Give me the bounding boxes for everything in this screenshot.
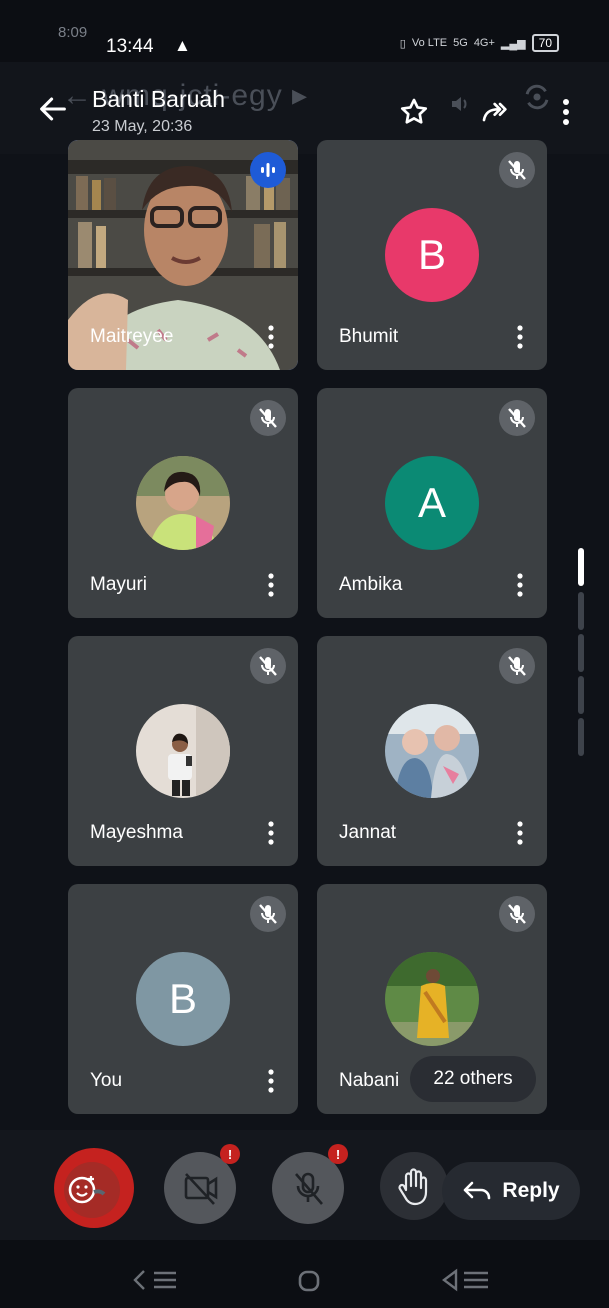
participant-name: Maitreyee (90, 326, 174, 347)
participant-name: Jannat (339, 822, 397, 843)
more-vert-icon[interactable] (515, 572, 525, 598)
system-nav-bar (0, 1240, 609, 1308)
participant-tile-ambika[interactable]: A Ambika (317, 388, 547, 618)
mic-off-icon (499, 648, 535, 684)
scrollbar-segment (578, 676, 584, 714)
scrollbar-segment (578, 634, 584, 672)
warning-icon: ▲ (174, 36, 191, 55)
mic-off-icon (499, 400, 535, 436)
network-volte: Vo LTE (411, 37, 448, 49)
message-date: 23 May, 20:36 (92, 118, 193, 135)
participant-tile-mayuri[interactable]: Mayuri (68, 388, 298, 618)
avatar: A (385, 456, 479, 550)
battery-icon: 70 (531, 34, 559, 52)
forward-icon[interactable] (480, 96, 512, 128)
avatar-photo (385, 704, 479, 798)
more-vert-icon[interactable] (515, 324, 525, 350)
more-vert-icon[interactable] (515, 820, 525, 846)
ghost-speaker-icon (452, 97, 467, 111)
participant-name: Mayeshma (90, 822, 183, 843)
back-arrow-icon[interactable] (36, 92, 70, 126)
mic-off-icon (250, 400, 286, 436)
reply-label: Reply (502, 1179, 560, 1202)
scrollbar-segment (578, 718, 584, 756)
scrollbar-segment (578, 592, 584, 630)
avatar: B (385, 208, 479, 302)
participant-tile-maitreyee[interactable]: Maitreyee (68, 140, 298, 370)
status-bar: 8:09 13:44 ▲ ▯ Vo LTE 5G 4G+ ▂▄▆ 70 (0, 0, 609, 62)
contact-name: Banti Baruah (92, 86, 225, 112)
mic-alert-badge: ! (328, 1144, 348, 1164)
network-4g: 4G+ (473, 37, 495, 49)
participant-name: Nabani (339, 1070, 400, 1091)
end-call-button[interactable] (54, 1148, 134, 1228)
participant-tile-bhumit[interactable]: B Bhumit (317, 140, 547, 370)
emoji-reaction-icon (64, 1162, 120, 1218)
raise-hand-button[interactable] (380, 1152, 448, 1220)
more-vert-icon[interactable] (266, 1068, 276, 1094)
mic-off-icon (250, 648, 286, 684)
avatar-photo (136, 704, 230, 798)
participant-tile-mayeshma[interactable]: Mayeshma (68, 636, 298, 866)
scrollbar-thumb[interactable] (578, 548, 584, 586)
mic-off-icon (250, 896, 286, 932)
mic-off-icon (499, 152, 535, 188)
avatar-photo (136, 456, 230, 550)
others-chip[interactable]: 22 others (410, 1056, 536, 1102)
participant-tile-jannat[interactable]: Jannat (317, 636, 547, 866)
mic-off-icon (499, 896, 535, 932)
status-time: 13:44 (106, 36, 154, 57)
ghost-time: 8:09 (58, 24, 88, 41)
camera-alert-badge: ! (220, 1144, 240, 1164)
participant-name: Mayuri (90, 574, 148, 595)
reply-button[interactable]: Reply (442, 1162, 580, 1220)
star-icon[interactable] (398, 96, 430, 128)
participant-name: You (90, 1070, 123, 1091)
system-icons: ▯ Vo LTE 5G 4G+ ▂▄▆ 70 (400, 34, 559, 52)
signal-icon: ▂▄▆ (500, 37, 526, 50)
nav-home-icon[interactable] (296, 1268, 322, 1294)
hand-icon (398, 1168, 428, 1206)
network-5g: 5G (453, 37, 468, 49)
more-vert-icon[interactable] (266, 324, 276, 350)
nav-menu-back-icon[interactable] (130, 1268, 182, 1292)
more-vert-icon[interactable] (556, 96, 576, 128)
more-vert-icon[interactable] (266, 572, 276, 598)
reply-icon (464, 1181, 491, 1200)
nav-recents-icon[interactable] (440, 1268, 492, 1292)
participant-name: Bhumit (339, 326, 399, 347)
avatar: B (136, 952, 230, 1046)
avatar-photo (385, 952, 479, 1046)
meet-screen: 8:09 13:44 ▲ ▯ Vo LTE 5G 4G+ ▂▄▆ 70 ← wm… (0, 0, 609, 1308)
participant-tile-you[interactable]: B You (68, 884, 298, 1114)
speaking-indicator-icon (250, 152, 286, 188)
participant-name: Ambika (339, 574, 403, 595)
more-vert-icon[interactable] (266, 820, 276, 846)
vibrate-icon: ▯ (399, 37, 406, 50)
ghost-switch-camera-icon (525, 84, 549, 110)
